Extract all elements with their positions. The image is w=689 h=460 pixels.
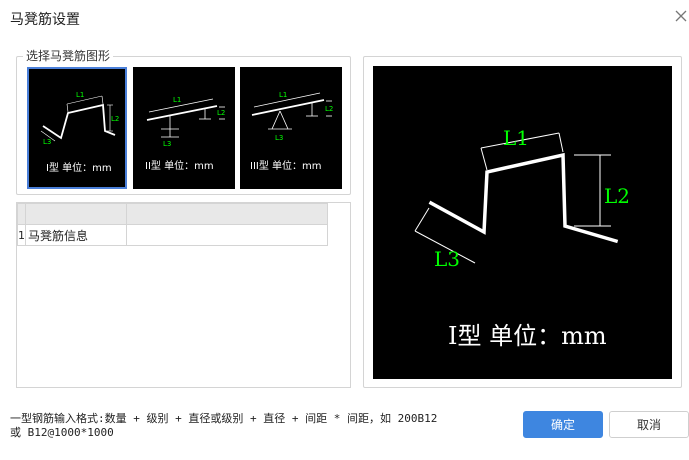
type3-caption: III型 单位：mm (250, 159, 322, 172)
type2-dim-l3: L3 (163, 140, 171, 148)
shape-group-legend: 选择马凳筋图形 (23, 49, 114, 64)
shape-selection-group: 选择马凳筋图形 L1 L2 L3 I型 单位：mm L1 L2 L3 II型 单… (16, 49, 351, 195)
hint-line-2: 或 B12@1000*1000 (10, 426, 114, 439)
ok-button[interactable]: 确定 (523, 411, 603, 438)
dialog-title: 马凳筋设置 (10, 12, 80, 28)
type1-dim-l1: L1 (76, 91, 84, 99)
row-value-cell[interactable] (126, 224, 328, 246)
type2-shape-drawing: L1 L2 L3 II型 单位：mm (145, 96, 225, 172)
shape-thumb-type2[interactable]: L1 L2 L3 II型 单位：mm (133, 67, 235, 189)
shape-thumb-type1[interactable]: L1 L2 L3 I型 单位：mm (27, 67, 127, 189)
row-number: 1 (17, 224, 26, 246)
type3-shape-drawing: L1 L2 L3 III型 单位：mm (250, 91, 333, 172)
type3-dim-l3: L3 (275, 134, 283, 142)
table-row[interactable]: 1 马凳筋信息 (17, 224, 328, 246)
close-icon[interactable] (673, 8, 689, 24)
preview-dim-l3: L3 (434, 247, 460, 271)
row-name-cell[interactable]: 马凳筋信息 (25, 224, 127, 246)
type2-caption: II型 单位：mm (145, 159, 214, 172)
preview-dim-l2: L2 (604, 184, 630, 208)
type2-dim-l2: L2 (217, 109, 225, 117)
preview-shape-drawing: L1 L2 L3 I型 单位：mm (414, 126, 630, 350)
cancel-button[interactable]: 取消 (609, 411, 689, 438)
table-header-row (17, 203, 328, 225)
shape-preview-panel: L1 L2 L3 I型 单位：mm (363, 56, 682, 388)
type1-caption: I型 单位：mm (46, 161, 112, 174)
type2-dim-l1: L1 (173, 96, 181, 104)
info-table: 1 马凳筋信息 (16, 202, 351, 388)
hint-line-1: 一型钢筋输入格式:数量 + 级别 + 直径或级别 + 直径 + 间距 * 间距，… (10, 412, 438, 425)
type3-dim-l1: L1 (279, 91, 287, 99)
shape-thumb-type3[interactable]: L1 L2 L3 III型 单位：mm (240, 67, 342, 189)
type1-dim-l2: L2 (111, 115, 119, 123)
type1-dim-l3: L3 (43, 138, 51, 146)
preview-dim-l1: L1 (503, 126, 529, 150)
input-format-hint: 一型钢筋输入格式:数量 + 级别 + 直径或级别 + 直径 + 间距 * 间距，… (10, 412, 490, 440)
preview-canvas: L1 L2 L3 I型 单位：mm (373, 66, 672, 379)
type3-dim-l2: L2 (325, 105, 333, 113)
preview-caption: I型 单位：mm (448, 322, 607, 350)
type1-shape-drawing: L1 L2 L3 I型 单位：mm (40, 91, 119, 174)
